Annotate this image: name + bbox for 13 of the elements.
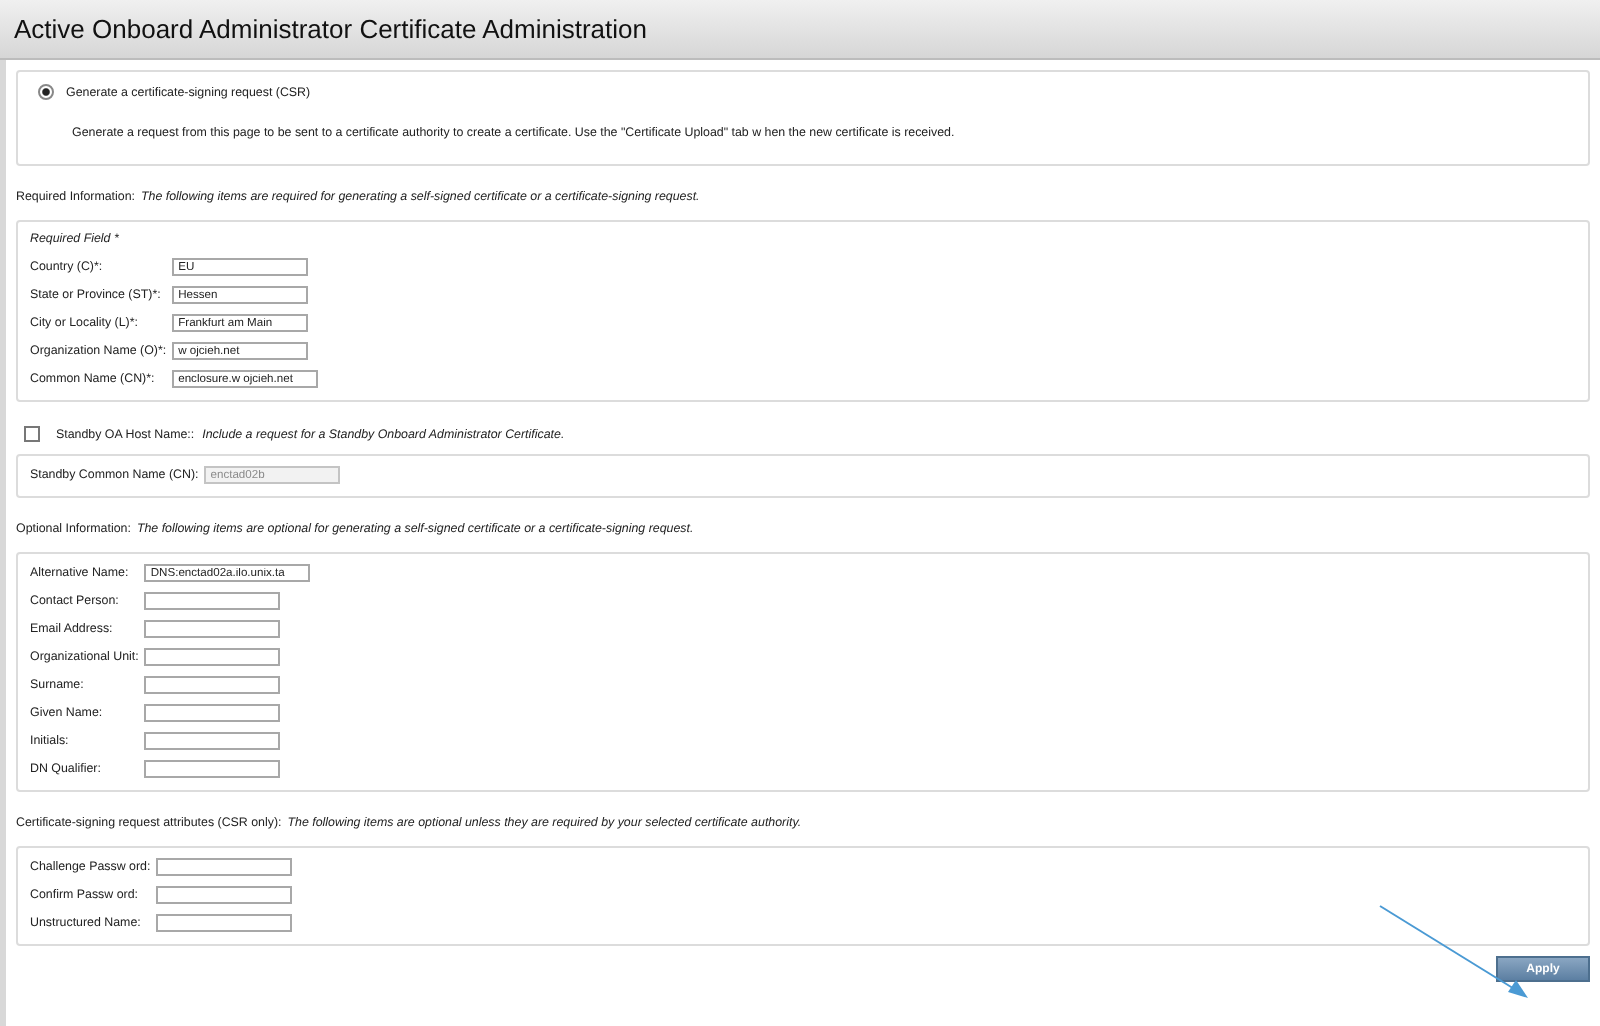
input-field[interactable] <box>144 760 281 778</box>
input-field[interactable] <box>144 704 281 722</box>
input-field[interactable] <box>156 914 293 932</box>
checkbox[interactable] <box>24 426 40 442</box>
input-field[interactable] <box>144 648 281 666</box>
input-field[interactable] <box>144 676 281 694</box>
input-field[interactable] <box>144 732 281 750</box>
input-field[interactable] <box>156 858 293 876</box>
page-title: Active Onboard Administrator Certificate Administration <box>14 14 647 44</box>
input-field[interactable] <box>156 886 293 904</box>
input-field[interactable] <box>144 592 281 610</box>
radio-button[interactable] <box>38 84 54 100</box>
input-field[interactable] <box>144 620 281 638</box>
